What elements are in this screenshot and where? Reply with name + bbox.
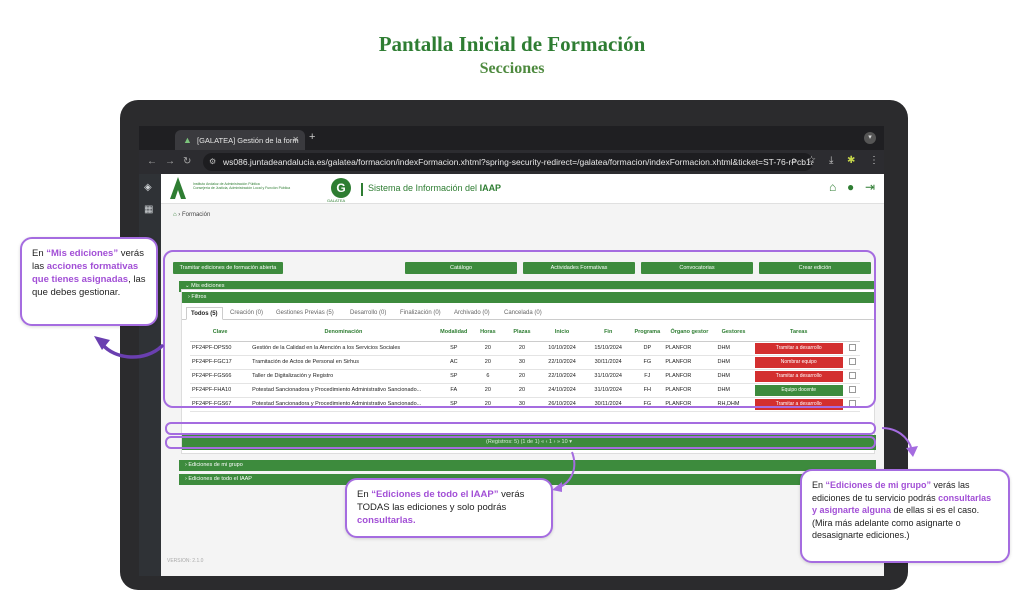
left-rail: ◈ ▦ [139,174,161,576]
reload-icon[interactable]: ↻ [183,156,191,167]
callout-grupo-text-1: En [812,480,826,490]
calendar-icon[interactable]: ▦ [144,204,153,215]
user-icon[interactable]: ● [847,180,854,194]
mi-grupo-highlight [165,422,876,435]
mi-grupo-panel-header[interactable]: › Ediciones de mi grupo [179,460,876,471]
version-label: VERSION: 2.1.0 [167,558,204,564]
slide-subtitle: Secciones [479,60,545,77]
galatea-label: GALATEA [327,198,346,203]
callout-todo-iaap: En “Ediciones de todo el IAAP” verás TOD… [345,478,553,538]
zoom-icon[interactable]: ⌕ [791,155,797,166]
download-icon[interactable]: ⤓ [829,155,833,166]
breadcrumb-home-icon[interactable]: ⌂ [173,212,177,218]
bookmark-star-icon[interactable]: ☆ [807,155,816,166]
system-name-prefix: Sistema de Información del [368,183,480,193]
institution-name: Instituto Andaluz de Administración Públ… [193,182,291,190]
address-bar-row: ← → ↻ ⚙ ws086.juntadeandalucia.es/galate… [139,150,884,174]
callout-mis-ediciones: En “Mis ediciones” verás las acciones fo… [20,237,158,326]
forward-icon[interactable]: → [165,156,175,167]
logout-icon[interactable]: ⇥ [865,180,875,194]
url-text: ws086.juntadeandalucia.es/galatea/formac… [223,157,813,167]
callout-grupo-highlight-1: “Ediciones de mi grupo” [825,480,932,490]
arrow-to-iaap-icon [552,451,576,492]
breadcrumb: ⌂ › Formación [173,212,211,218]
callout-mis-highlight-1: “Mis ediciones” [46,248,119,259]
chevron-right-icon: › [185,462,187,468]
slide-title: Pantalla Inicial de Formación [378,32,646,56]
callout-mis-highlight-2: acciones formativas que tienes asignadas [32,261,139,285]
svg-text:G: G [336,181,345,195]
close-tab-icon[interactable]: ✕ [292,135,299,144]
callout-mis-text-1: En [32,248,47,259]
callout-iaap-highlight-1: “Ediciones de todo el IAAP” [371,489,499,500]
todo-iaap-highlight [165,436,876,449]
callout-mi-grupo: En “Ediciones de mi grupo” verás las edi… [800,469,1010,563]
system-name-bold: IAAP [479,183,502,193]
layers-icon[interactable]: ◈ [144,182,152,193]
mi-grupo-label: Ediciones de mi grupo [188,462,243,468]
menu-icon[interactable]: ⋮ [869,155,879,166]
callout-iaap-highlight-2: consultarlas. [357,515,416,526]
arrow-to-mis-ediciones-icon [94,336,164,359]
tab-search-icon[interactable]: ▾ [864,132,876,144]
browser-tab[interactable]: ▲ [GALATEA] Gestión de la form ✕ [175,130,305,150]
new-tab-button[interactable]: + [309,131,315,143]
chevron-right-icon: › [185,476,187,482]
system-name: Sistema de Información del IAAP [361,183,501,196]
callout-iaap-text-1: En [357,489,372,500]
app-header: Instituto Andaluz de Administración Públ… [161,174,884,204]
url-input[interactable]: ⚙ ws086.juntadeandalucia.es/galatea/form… [203,153,813,171]
arrow-to-mi-grupo-icon [881,427,918,457]
back-icon[interactable]: ← [147,156,157,167]
tab-bar: ▲ [GALATEA] Gestión de la form ✕ + ▾ [139,126,884,150]
junta-logo-icon [170,177,186,199]
site-info-icon[interactable]: ⚙ [209,153,216,171]
tab-title: [GALATEA] Gestión de la form [197,136,299,145]
breadcrumb-formacion[interactable]: Formación [182,212,210,218]
galatea-favicon-icon: ▲ [183,135,192,145]
mis-ediciones-highlight [163,250,876,408]
todo-iaap-label: Ediciones de todo el IAAP [188,476,252,482]
home-icon[interactable]: ⌂ [829,180,836,194]
extension-icon[interactable]: ✱ [847,155,855,166]
